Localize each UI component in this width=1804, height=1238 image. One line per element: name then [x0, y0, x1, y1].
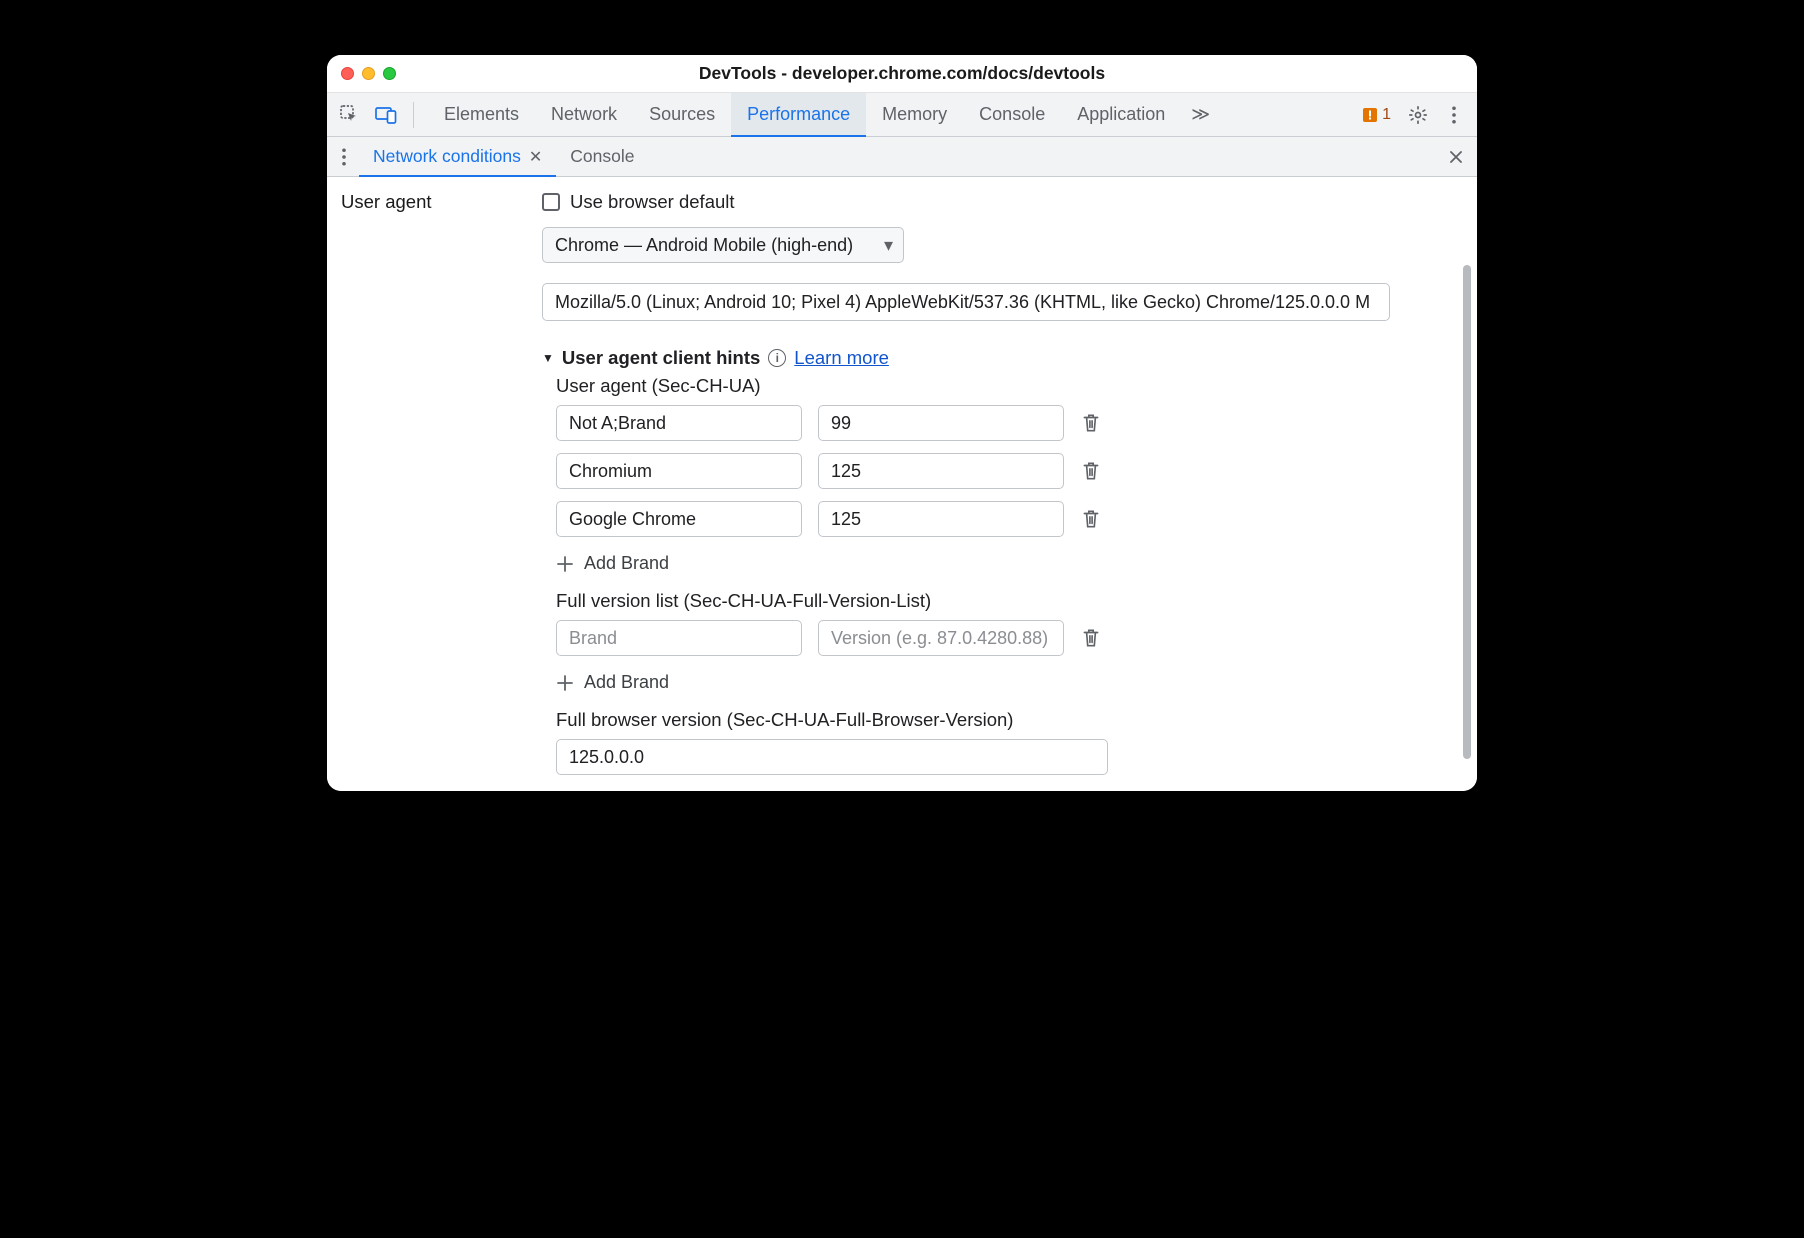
- brand-name-input[interactable]: Not A;Brand: [556, 405, 802, 441]
- add-brand-button-2[interactable]: Add Brand: [556, 672, 1423, 693]
- brand-name-input[interactable]: Google Chrome: [556, 501, 802, 537]
- ua-preset-select[interactable]: Chrome — Android Mobile (high-end) ▾: [542, 227, 904, 263]
- fv-version-input[interactable]: Version (e.g. 87.0.4280.88): [818, 620, 1064, 656]
- divider: [413, 102, 414, 128]
- settings-icon[interactable]: [1403, 100, 1433, 130]
- trash-icon[interactable]: [1080, 412, 1102, 434]
- use-browser-default-checkbox[interactable]: [542, 193, 560, 211]
- tab-memory[interactable]: Memory: [866, 93, 963, 136]
- close-icon[interactable]: ✕: [529, 147, 542, 167]
- brand-row: Google Chrome 125: [556, 501, 1423, 537]
- tab-performance[interactable]: Performance: [731, 93, 866, 136]
- disclosure-triangle-icon[interactable]: ▼: [542, 351, 554, 365]
- tab-application[interactable]: Application: [1061, 93, 1181, 136]
- titlebar: DevTools - developer.chrome.com/docs/dev…: [327, 55, 1477, 93]
- plus-icon: [556, 555, 574, 573]
- devtools-window: DevTools - developer.chrome.com/docs/dev…: [327, 55, 1477, 791]
- trash-icon[interactable]: [1080, 508, 1102, 530]
- tab-network[interactable]: Network: [535, 93, 633, 136]
- use-browser-default-label: Use browser default: [570, 191, 735, 213]
- inspect-element-icon[interactable]: [335, 100, 365, 130]
- sec-ch-ua-label: User agent (Sec-CH-UA): [556, 375, 1423, 397]
- full-browser-version-input[interactable]: 125.0.0.0: [556, 739, 1108, 775]
- issues-count: 1: [1382, 106, 1391, 124]
- add-brand-button[interactable]: Add Brand: [556, 553, 1423, 574]
- tab-elements[interactable]: Elements: [428, 93, 535, 136]
- tab-console[interactable]: Console: [963, 93, 1061, 136]
- brand-version-input[interactable]: 125: [818, 453, 1064, 489]
- plus-icon: [556, 674, 574, 692]
- drawer-content: User agent Use browser default Chrome — …: [327, 177, 1477, 791]
- issues-badge[interactable]: 1: [1356, 106, 1397, 124]
- brand-version-input[interactable]: 99: [818, 405, 1064, 441]
- brand-row: Not A;Brand 99: [556, 405, 1423, 441]
- drawer-tabbar: Network conditions ✕ Console: [327, 137, 1477, 177]
- full-version-row: Brand Version (e.g. 87.0.4280.88): [556, 620, 1423, 656]
- device-toolbar-icon[interactable]: [371, 100, 401, 130]
- client-hints-title: User agent client hints: [562, 347, 760, 369]
- full-browser-version-label: Full browser version (Sec-CH-UA-Full-Bro…: [556, 709, 1423, 731]
- drawer-tab-console[interactable]: Console: [556, 137, 648, 176]
- close-drawer-icon[interactable]: [1441, 142, 1471, 172]
- section-label-user-agent: User agent: [341, 191, 432, 212]
- trash-icon[interactable]: [1080, 627, 1102, 649]
- drawer-kebab-icon[interactable]: [329, 142, 359, 172]
- full-version-list-label: Full version list (Sec-CH-UA-Full-Versio…: [556, 590, 1423, 612]
- chevron-down-icon: ▾: [884, 235, 893, 256]
- drawer-tab-network-conditions[interactable]: Network conditions ✕: [359, 137, 556, 176]
- scrollbar-thumb[interactable]: [1463, 265, 1471, 759]
- tab-sources[interactable]: Sources: [633, 93, 731, 136]
- trash-icon[interactable]: [1080, 460, 1102, 482]
- info-icon[interactable]: i: [768, 349, 786, 367]
- ua-string-input[interactable]: Mozilla/5.0 (Linux; Android 10; Pixel 4)…: [542, 283, 1390, 321]
- window-title: DevTools - developer.chrome.com/docs/dev…: [327, 63, 1477, 84]
- main-tabbar: Elements Network Sources Performance Mem…: [327, 93, 1477, 137]
- brand-name-input[interactable]: Chromium: [556, 453, 802, 489]
- brand-version-input[interactable]: 125: [818, 501, 1064, 537]
- learn-more-link[interactable]: Learn more: [794, 347, 889, 369]
- fv-brand-input[interactable]: Brand: [556, 620, 802, 656]
- kebab-menu-icon[interactable]: [1439, 100, 1469, 130]
- ua-preset-value: Chrome — Android Mobile (high-end): [555, 235, 853, 256]
- brand-row: Chromium 125: [556, 453, 1423, 489]
- more-tabs-button[interactable]: ≫: [1181, 93, 1220, 136]
